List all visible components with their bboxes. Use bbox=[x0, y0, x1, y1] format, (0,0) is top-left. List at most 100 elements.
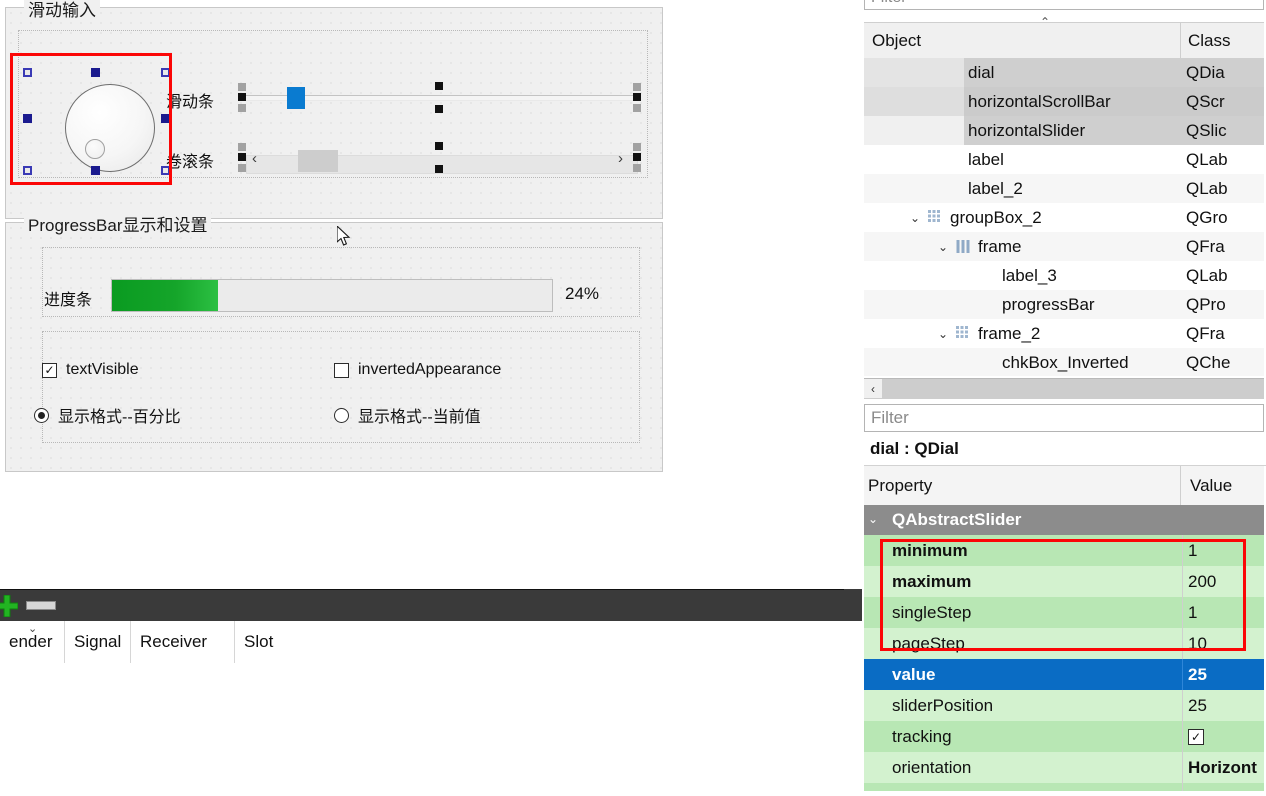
signal-slot-body[interactable] bbox=[0, 663, 862, 796]
tree-row[interactable]: horizontalScrollBar QScr bbox=[864, 87, 1264, 116]
tree-object-name[interactable]: progressBar bbox=[1002, 290, 1095, 319]
tree-class-name: QLab bbox=[1186, 149, 1228, 169]
tree-object-name[interactable]: label_3 bbox=[1002, 261, 1057, 290]
property-row-partial[interactable] bbox=[864, 783, 1264, 791]
scrollbar-handle-marker-bl[interactable] bbox=[238, 164, 246, 172]
tree-object-name[interactable]: horizontalScrollBar bbox=[968, 87, 1111, 116]
property-row[interactable]: orientation Horizont bbox=[864, 752, 1264, 783]
scrollbar-handle-marker-tc[interactable] bbox=[435, 142, 443, 150]
tree-row-selected-band bbox=[964, 58, 1182, 87]
checkbox-invertedappearance-label: invertedAppearance bbox=[358, 361, 502, 378]
tree-object-name[interactable]: groupBox_2 bbox=[950, 203, 1042, 232]
signal-slot-column-receiver[interactable]: Receiver bbox=[131, 621, 235, 663]
scrollbar-left-arrow-icon[interactable]: ‹ bbox=[252, 151, 257, 166]
property-value-checkbox[interactable]: ✓ bbox=[1188, 728, 1204, 745]
progress-bar[interactable] bbox=[111, 279, 553, 312]
radio-format-value-button[interactable] bbox=[334, 407, 349, 423]
tree-row[interactable]: label_3 QLab bbox=[864, 261, 1264, 290]
tree-expander-chevron-icon[interactable]: ⌄ bbox=[938, 232, 948, 261]
object-inspector-tree[interactable]: dial QDia horizontalScrollBar QScr horiz… bbox=[864, 58, 1264, 376]
property-group-chevron-icon[interactable]: ⌄ bbox=[868, 512, 878, 526]
property-value-separator bbox=[1182, 752, 1183, 783]
slider-handle-marker-bl[interactable] bbox=[238, 104, 246, 112]
scrollbar-handle-marker-mr[interactable] bbox=[633, 153, 641, 161]
property-group-qabstractslider[interactable]: QAbstractSlider bbox=[864, 505, 1264, 535]
slider-handle-marker-br[interactable] bbox=[633, 104, 641, 112]
scrollbar-handle-marker-ml[interactable] bbox=[238, 153, 246, 161]
property-row[interactable]: sliderPosition 25 bbox=[864, 690, 1264, 721]
slider-handle-marker-bc[interactable] bbox=[435, 105, 443, 113]
tree-object-name[interactable]: label_2 bbox=[968, 174, 1023, 203]
property-row[interactable]: tracking ✓ bbox=[864, 721, 1264, 752]
horizontal-slider-handle[interactable] bbox=[287, 87, 305, 109]
checkbox-textvisible-box[interactable]: ✓ bbox=[42, 362, 57, 378]
property-value-separator bbox=[1182, 659, 1183, 690]
scrollbar-right-arrow-icon[interactable]: › bbox=[618, 151, 623, 166]
radio-format-percent-button[interactable] bbox=[34, 407, 49, 423]
checkbox-invertedappearance-box[interactable] bbox=[334, 362, 349, 378]
tree-object-name[interactable]: horizontalSlider bbox=[968, 116, 1085, 145]
tree-row[interactable]: label QLab bbox=[864, 145, 1264, 174]
tree-object-name[interactable]: dial bbox=[968, 58, 994, 87]
tree-row-indent bbox=[864, 116, 964, 145]
column-label-signal: Signal bbox=[74, 632, 122, 651]
column-label-slot: Slot bbox=[244, 632, 274, 651]
tree-row[interactable]: chkBox_Inverted QChe bbox=[864, 348, 1264, 376]
scrollbar-handle-marker-tl[interactable] bbox=[238, 143, 246, 151]
checkbox-invertedappearance[interactable]: invertedAppearance bbox=[334, 361, 501, 379]
object-inspector-header-class[interactable]: Class bbox=[1184, 23, 1266, 59]
slider-handle-marker-ml[interactable] bbox=[238, 93, 246, 101]
tree-expander-chevron-icon[interactable]: ⌄ bbox=[910, 203, 920, 232]
property-value[interactable]: 25 bbox=[1188, 665, 1207, 685]
slider-handle-marker-tr[interactable] bbox=[633, 83, 641, 91]
tree-row[interactable]: ⌄ frame_2 QFra bbox=[864, 319, 1264, 348]
header-label-class: Class bbox=[1188, 31, 1231, 50]
property-value[interactable]: 25 bbox=[1188, 696, 1207, 716]
scrollbar-left-arrow-icon[interactable]: ‹ bbox=[864, 379, 882, 398]
object-inspector-filter-input[interactable]: Filter bbox=[864, 0, 1264, 10]
radio-format-value-label: 显示格式--当前值 bbox=[358, 409, 481, 426]
scrollbar-handle-marker-tr[interactable] bbox=[633, 143, 641, 151]
slider-handle-marker-mr[interactable] bbox=[633, 93, 641, 101]
tree-object-name[interactable]: frame_2 bbox=[978, 319, 1040, 348]
tree-object-name[interactable]: label bbox=[968, 145, 1004, 174]
progress-bar-fill bbox=[112, 280, 218, 311]
object-inspector-header-separator bbox=[1180, 22, 1181, 58]
property-value[interactable]: Horizont bbox=[1188, 758, 1257, 778]
slider-handle-marker-tl[interactable] bbox=[238, 83, 246, 91]
signal-slot-toolbar-extension bbox=[844, 589, 862, 621]
tree-row[interactable]: ⌄ frame QFra bbox=[864, 232, 1264, 261]
object-inspector-horizontal-scrollbar[interactable]: ‹ bbox=[864, 378, 1264, 399]
tree-object-name[interactable]: frame bbox=[978, 232, 1021, 261]
scrollbar-handle-marker-br[interactable] bbox=[633, 164, 641, 172]
scrollbar-handle-marker-bc[interactable] bbox=[435, 165, 443, 173]
tree-row[interactable]: label_2 QLab bbox=[864, 174, 1264, 203]
horizontal-scrollbar-thumb[interactable] bbox=[298, 150, 338, 172]
tree-class-name: QGro bbox=[1186, 207, 1228, 227]
signal-slot-toolbar[interactable] bbox=[0, 589, 862, 622]
signal-slot-column-signal[interactable]: Signal bbox=[65, 621, 131, 663]
tree-row[interactable]: ⌄ groupBox_2 QGro bbox=[864, 203, 1264, 232]
remove-connection-minus-icon[interactable] bbox=[26, 601, 56, 610]
signal-slot-column-slot[interactable]: Slot bbox=[235, 621, 355, 663]
tree-row[interactable]: dial QDia bbox=[864, 58, 1264, 87]
groupbox-progressbar-settings[interactable]: ProgressBar显示和设置 bbox=[5, 211, 663, 472]
property-editor-header-property[interactable]: Property bbox=[864, 466, 1182, 505]
property-name: orientation bbox=[892, 757, 972, 777]
property-editor-header-value[interactable]: Value bbox=[1186, 466, 1266, 505]
slider-handle-marker-tc[interactable] bbox=[435, 82, 443, 90]
add-connection-plus-icon[interactable] bbox=[0, 595, 18, 617]
designer-form-canvas[interactable]: 滑动输入 滑动条 卷滚条 ‹ › ProgressBar显示和设置 进度条 24… bbox=[0, 0, 862, 588]
radio-format-value[interactable]: 显示格式--当前值 bbox=[334, 403, 481, 427]
tree-object-name[interactable]: chkBox_Inverted bbox=[1002, 348, 1129, 376]
object-inspector-header-object[interactable]: Object bbox=[868, 23, 1182, 59]
property-editor-filter-input[interactable]: Filter bbox=[864, 404, 1264, 432]
checkbox-textvisible[interactable]: ✓ textVisible bbox=[42, 361, 139, 379]
tree-row[interactable]: horizontalSlider QSlic bbox=[864, 116, 1264, 145]
signal-slot-sort-chevron-icon[interactable]: ⌄ bbox=[28, 622, 37, 635]
tree-row[interactable]: progressBar QPro bbox=[864, 290, 1264, 319]
radio-selected-dot bbox=[38, 411, 45, 419]
tree-expander-chevron-icon[interactable]: ⌄ bbox=[938, 319, 948, 348]
radio-format-percent[interactable]: 显示格式--百分比 bbox=[34, 403, 181, 427]
property-row-selected[interactable]: value 25 bbox=[864, 659, 1264, 690]
